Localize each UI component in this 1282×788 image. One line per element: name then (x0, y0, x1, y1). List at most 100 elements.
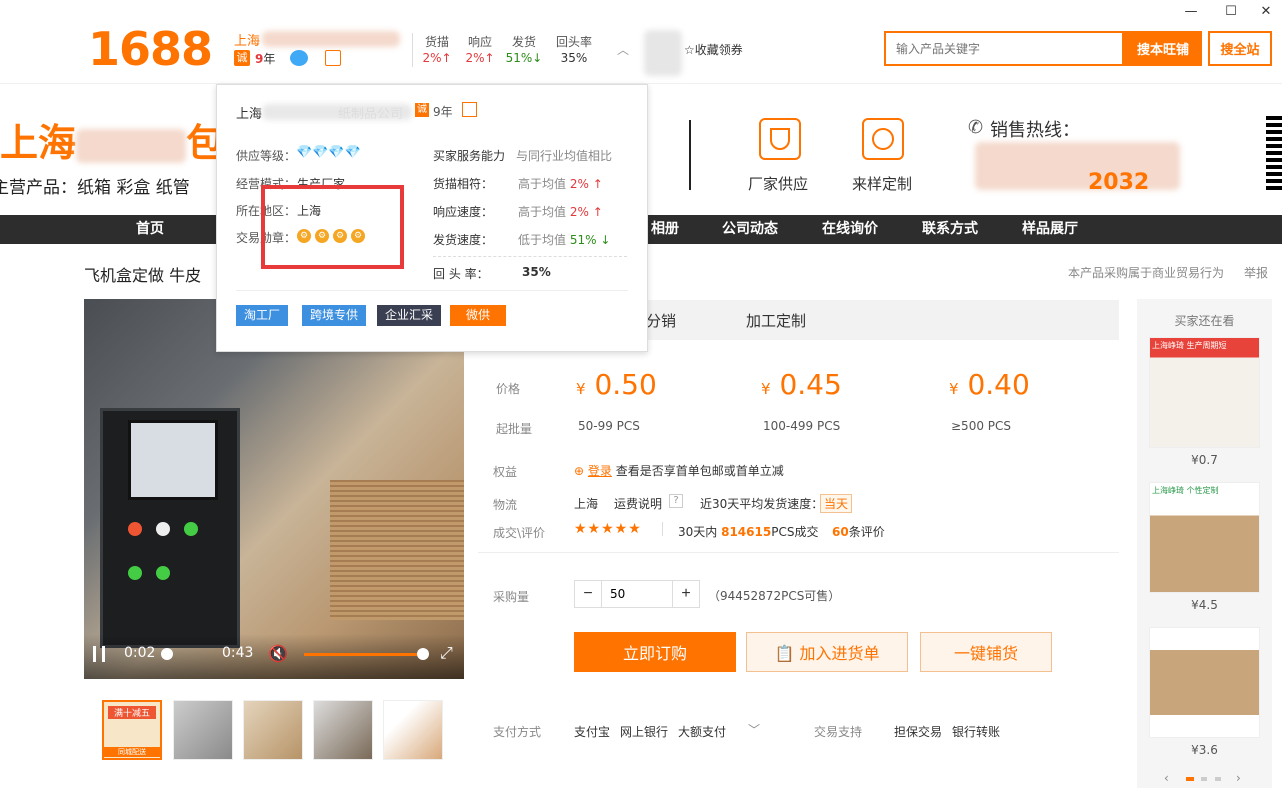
nav-item-news[interactable]: 公司动态 (710, 215, 790, 244)
tag-weigong[interactable]: 微供 (450, 305, 506, 326)
rights-row: ⊕ 登录 查看是否享首单包邮或首单立减 (574, 462, 784, 479)
chevron-left-icon[interactable]: ‹ (1164, 771, 1169, 785)
search-shop-button[interactable]: 搜本旺铺 (1124, 31, 1202, 66)
quantity-input[interactable] (602, 580, 672, 608)
search-all-button[interactable]: 搜全站 (1208, 31, 1272, 66)
thumb-5[interactable] (383, 700, 443, 760)
stock-available: （94452872PCS可售） (708, 589, 841, 603)
volume-handle[interactable] (417, 648, 429, 660)
tab-distribution[interactable]: 分销 (646, 310, 676, 331)
scissors-tools-icon (862, 118, 904, 160)
buy-now-button[interactable]: 立即订购 (574, 632, 736, 672)
video-progress-handle[interactable] (161, 648, 173, 660)
shipping-speed-label: 近30天平均发货速度： (700, 497, 824, 511)
mute-icon[interactable]: 🔇 (268, 644, 288, 663)
site-logo[interactable]: 1688 (88, 22, 213, 76)
reviews-divider (662, 522, 663, 536)
payment-label: 支付方式 (493, 725, 542, 739)
same-day-badge: 当天 (820, 494, 853, 513)
qty-increase-button[interactable]: + (672, 580, 700, 608)
wangwang-chat-icon[interactable] (290, 50, 308, 66)
popup-years: 9年 (433, 105, 453, 119)
trade-bank-transfer: 银行转账 (952, 725, 1001, 739)
maximize-icon[interactable]: ☐ (1221, 4, 1241, 19)
video-red-light (128, 522, 142, 536)
qty-tier-1: 50-99 PCS (578, 419, 640, 433)
popup-metric-label: 发货速度： (433, 233, 494, 247)
popup-metric-cmp: 高于均值 2% ↑ (518, 175, 603, 192)
banner-company-name: 上海包 (0, 112, 224, 167)
nav-item-home[interactable]: 首页 (100, 215, 200, 244)
sample-custom-label: 来样定制 (852, 175, 913, 193)
highlight-box (261, 185, 404, 269)
close-icon[interactable]: ✕ (1256, 4, 1276, 19)
popup-company-name[interactable]: 上海 (236, 103, 262, 122)
currency-symbol: ¥ (949, 380, 959, 398)
volume-slider[interactable] (304, 653, 422, 656)
tag-tao-factory[interactable]: 淘工厂 (236, 305, 289, 326)
price-value: 0.40 (967, 368, 1030, 401)
chevron-up-icon[interactable]: ︿ (617, 41, 631, 57)
nav-item-contact[interactable]: 联系方式 (910, 215, 990, 244)
pause-icon[interactable] (93, 646, 105, 662)
carousel-dot[interactable] (1201, 777, 1207, 781)
tab-custom-processing[interactable]: 加工定制 (746, 310, 806, 331)
rec-item-1-label: 上海峥琦 生产周期短 (1150, 338, 1259, 353)
carousel-dot[interactable] (1215, 777, 1221, 781)
stat-label-return: 回头率 (555, 35, 592, 49)
rec-item-1[interactable]: 上海峥琦 生产周期短 (1149, 337, 1260, 448)
favorite-coupon-link[interactable]: ☆收藏领券 (684, 41, 743, 58)
chevron-down-icon[interactable]: ﹀ (748, 721, 760, 738)
popup-metric-cmp-text: 高于均值 (518, 205, 567, 219)
minimize-icon[interactable]: — (1181, 4, 1201, 19)
thumb-promo[interactable]: 满十减五 同城配送 (102, 700, 162, 760)
popup-contact-icon[interactable] (462, 102, 477, 117)
review-count-link[interactable]: 60条评价 (832, 523, 885, 540)
company-name-link[interactable]: 上海 (234, 30, 260, 49)
thumb-3[interactable] (243, 700, 303, 760)
rec-item-1-tag: 生产周期短 (1186, 341, 1227, 350)
qty-tier-3: ≥500 PCS (951, 419, 1012, 433)
tag-enterprise[interactable]: 企业汇采 (377, 305, 442, 326)
tag-cross-border[interactable]: 跨境专供 (302, 305, 367, 326)
logistics-city: 上海 (574, 497, 599, 511)
shipping-fee-link[interactable]: 运费说明 (614, 495, 662, 512)
login-link[interactable]: 登录 (588, 464, 612, 478)
thumb-2[interactable] (173, 700, 233, 760)
rec-item-3-price: ¥3.6 (1191, 743, 1218, 757)
search-input[interactable] (884, 31, 1124, 66)
rec-item-3[interactable] (1149, 627, 1260, 738)
qr-code-icon[interactable] (1266, 116, 1282, 190)
popup-metric-value: 2% (569, 205, 589, 219)
video-green-light-3 (156, 566, 170, 580)
section-divider (478, 552, 1119, 553)
add-to-cart-button[interactable]: 📋 加入进货单 (746, 632, 908, 672)
video-white-light (156, 522, 170, 536)
phone-number-blur (975, 142, 1180, 190)
stat-value-return: 35% (560, 51, 588, 65)
fullscreen-icon[interactable]: ⤢ (440, 643, 453, 663)
banner-name-prefix: 上海 (0, 121, 77, 165)
qty-decrease-button[interactable]: − (574, 580, 602, 608)
rights-label: 权益 (493, 465, 518, 479)
thumb-4[interactable] (313, 700, 373, 760)
add-to-cart-label: 加入进货单 (799, 644, 880, 663)
contact-card-icon[interactable] (325, 50, 341, 66)
report-link[interactable]: 举报 (1244, 264, 1268, 281)
rec-item-2[interactable]: 上海峥琦 个性定制 (1149, 482, 1260, 593)
nav-item-inquiry[interactable]: 在线询价 (810, 215, 890, 244)
video-green-light (184, 522, 198, 536)
chevron-right-icon[interactable]: › (1236, 771, 1241, 785)
favorite-label: 收藏领券 (694, 43, 743, 57)
carousel-dot-active[interactable] (1186, 777, 1194, 781)
clipboard-icon: 📋 (774, 644, 795, 663)
one-click-distribute-button[interactable]: 一键铺货 (920, 632, 1052, 672)
price-value: 0.50 (594, 368, 657, 401)
trade-support-label: 交易支持 (814, 725, 863, 739)
company-name-blur (262, 31, 400, 47)
popup-compare-label: 与同行业均值相比 (516, 149, 613, 163)
chengxin-badge-icon: 诚 (234, 50, 250, 66)
star-outline-icon: ☆ (684, 43, 695, 57)
nav-item-samples[interactable]: 样品展厅 (1010, 215, 1090, 244)
help-icon[interactable]: ? (669, 494, 683, 508)
